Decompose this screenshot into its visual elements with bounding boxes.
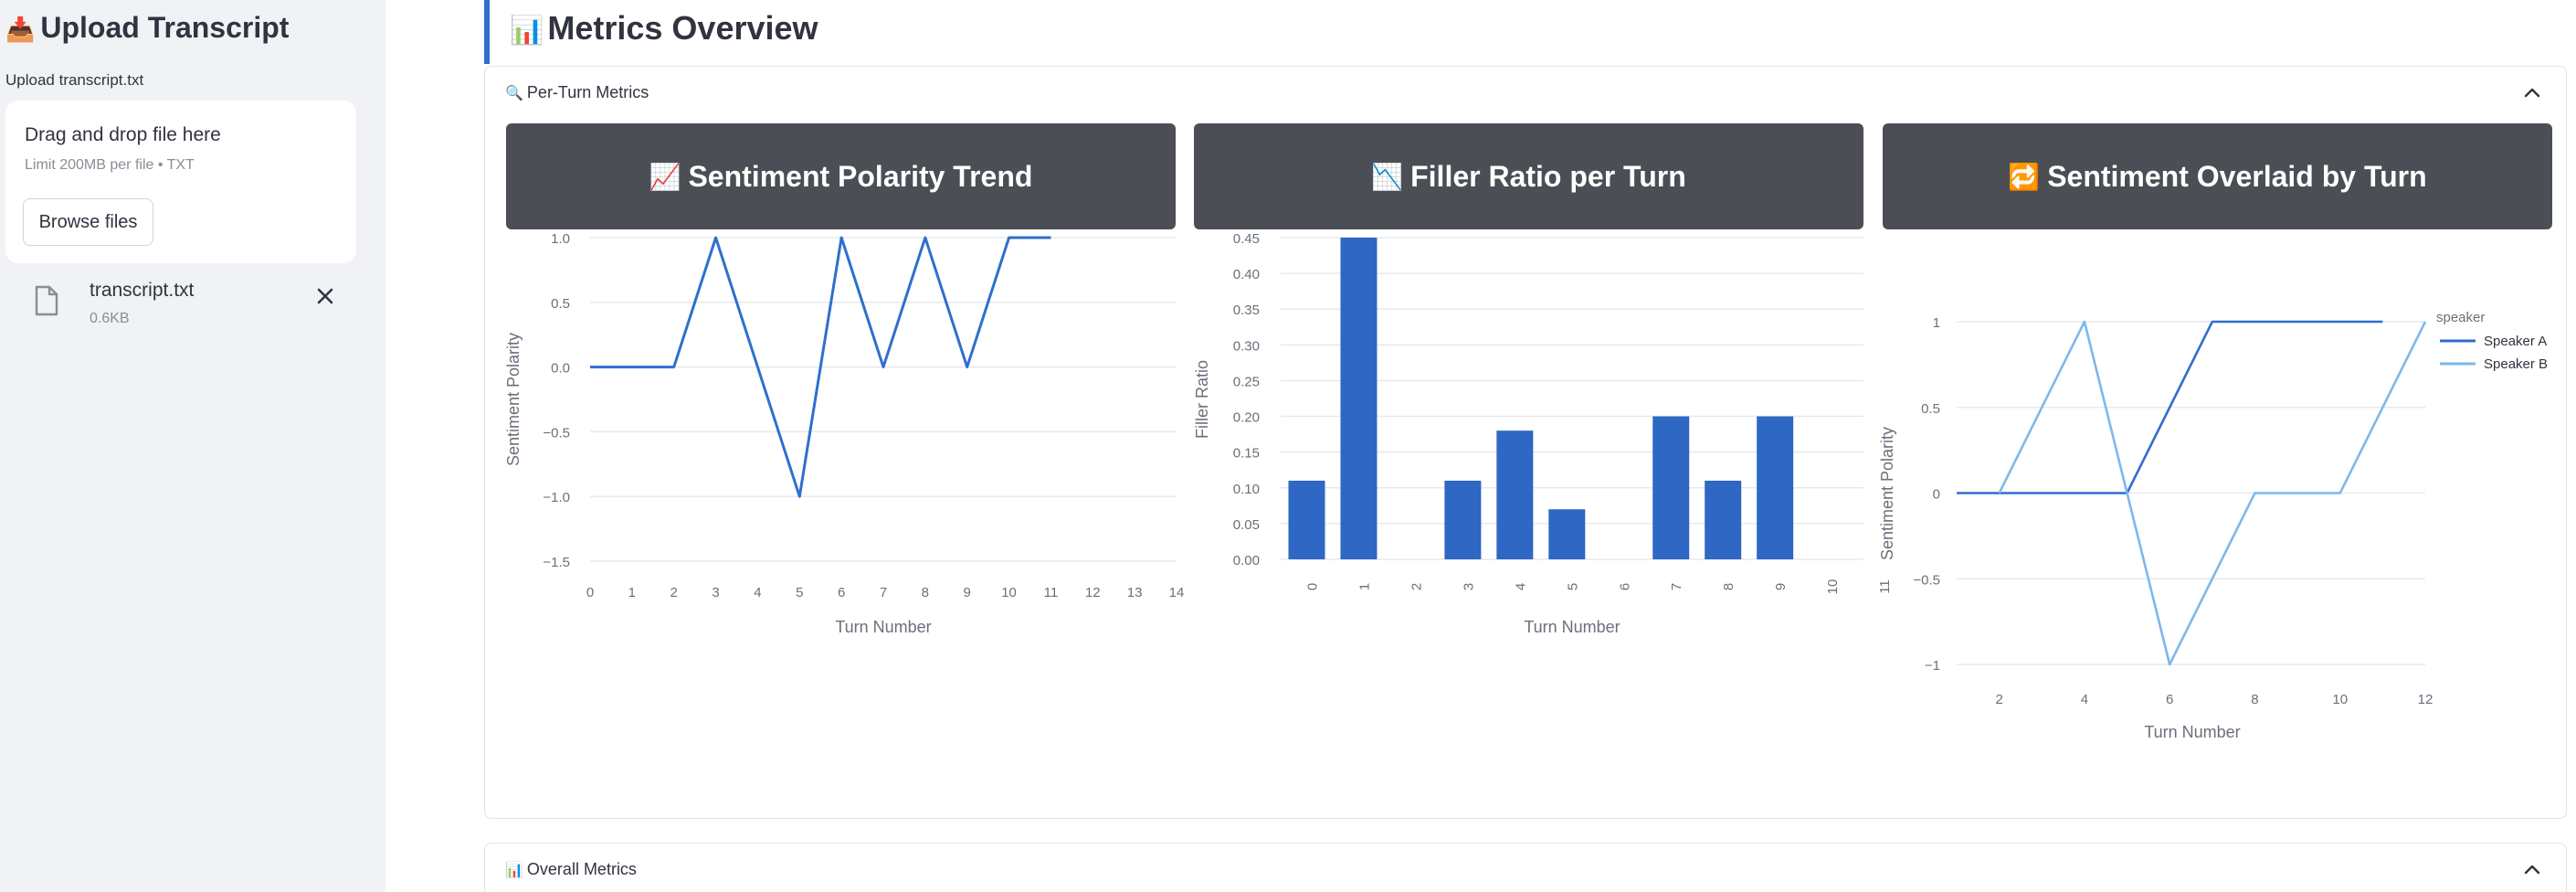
overall-metrics-header[interactable]: 📊 Overall Metrics bbox=[505, 860, 637, 879]
bar-chart-icon: 📊 bbox=[505, 863, 523, 878]
x-tick-label: 4 bbox=[2081, 692, 2088, 707]
chevron-up-icon[interactable] bbox=[2524, 864, 2540, 875]
y-tick-label: −0.5 bbox=[1913, 572, 1940, 588]
x-tick-label: 8 bbox=[2251, 692, 2258, 707]
y-tick-label: 0.5 bbox=[1921, 401, 1940, 417]
y-axis-label: Sentiment Polarity bbox=[1878, 427, 1896, 560]
legend-entry: Speaker A bbox=[2484, 334, 2547, 349]
y-tick-label: −1 bbox=[1925, 658, 1940, 674]
overall-metrics-expander: 📊 Overall Metrics bbox=[484, 843, 2567, 892]
x-tick-label: 2 bbox=[1995, 692, 2002, 707]
x-axis-label: Turn Number bbox=[2144, 723, 2240, 741]
sentiment-overlaid-chart: 1 0.5 0 −0.5 −1 2 4 6 8 10 12 Turn Number Sentiment … bbox=[1878, 310, 2548, 741]
overall-metrics-label: Overall Metrics bbox=[526, 860, 637, 878]
y-tick-label: 0 bbox=[1933, 487, 1940, 503]
x-tick-label: 6 bbox=[2166, 692, 2173, 707]
legend-entry: Speaker B bbox=[2484, 356, 2548, 372]
legend-title: speaker bbox=[2436, 310, 2485, 325]
x-tick-label: 12 bbox=[2418, 692, 2433, 707]
y-tick-label: 1 bbox=[1933, 315, 1940, 331]
x-tick-label: 10 bbox=[2332, 692, 2348, 707]
